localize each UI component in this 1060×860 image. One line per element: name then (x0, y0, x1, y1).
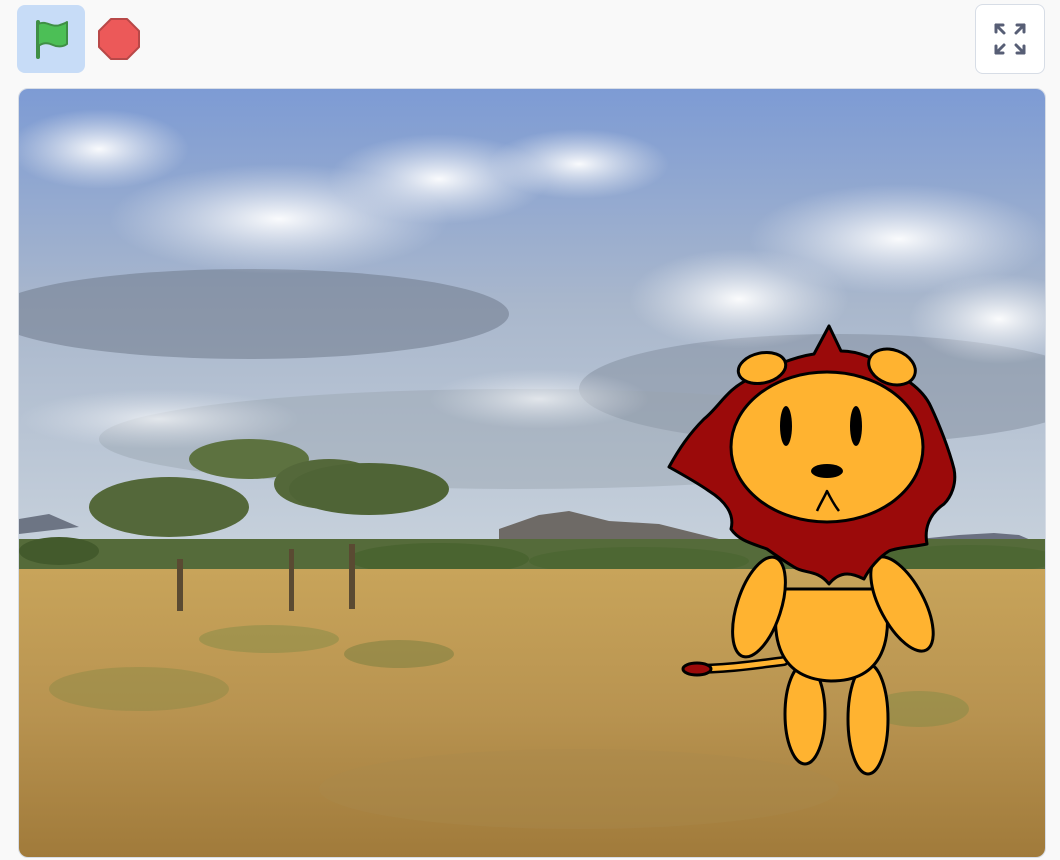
fullscreen-icon (994, 23, 1026, 55)
green-flag-button[interactable] (17, 5, 85, 73)
green-flag-icon (36, 20, 68, 59)
scratch-player (0, 0, 1060, 860)
stop-icon (98, 18, 140, 60)
stop-button[interactable] (94, 14, 144, 64)
stage-canvas[interactable] (18, 88, 1046, 858)
fullscreen-button[interactable] (975, 4, 1045, 74)
stage-toolbar (0, 0, 1060, 86)
